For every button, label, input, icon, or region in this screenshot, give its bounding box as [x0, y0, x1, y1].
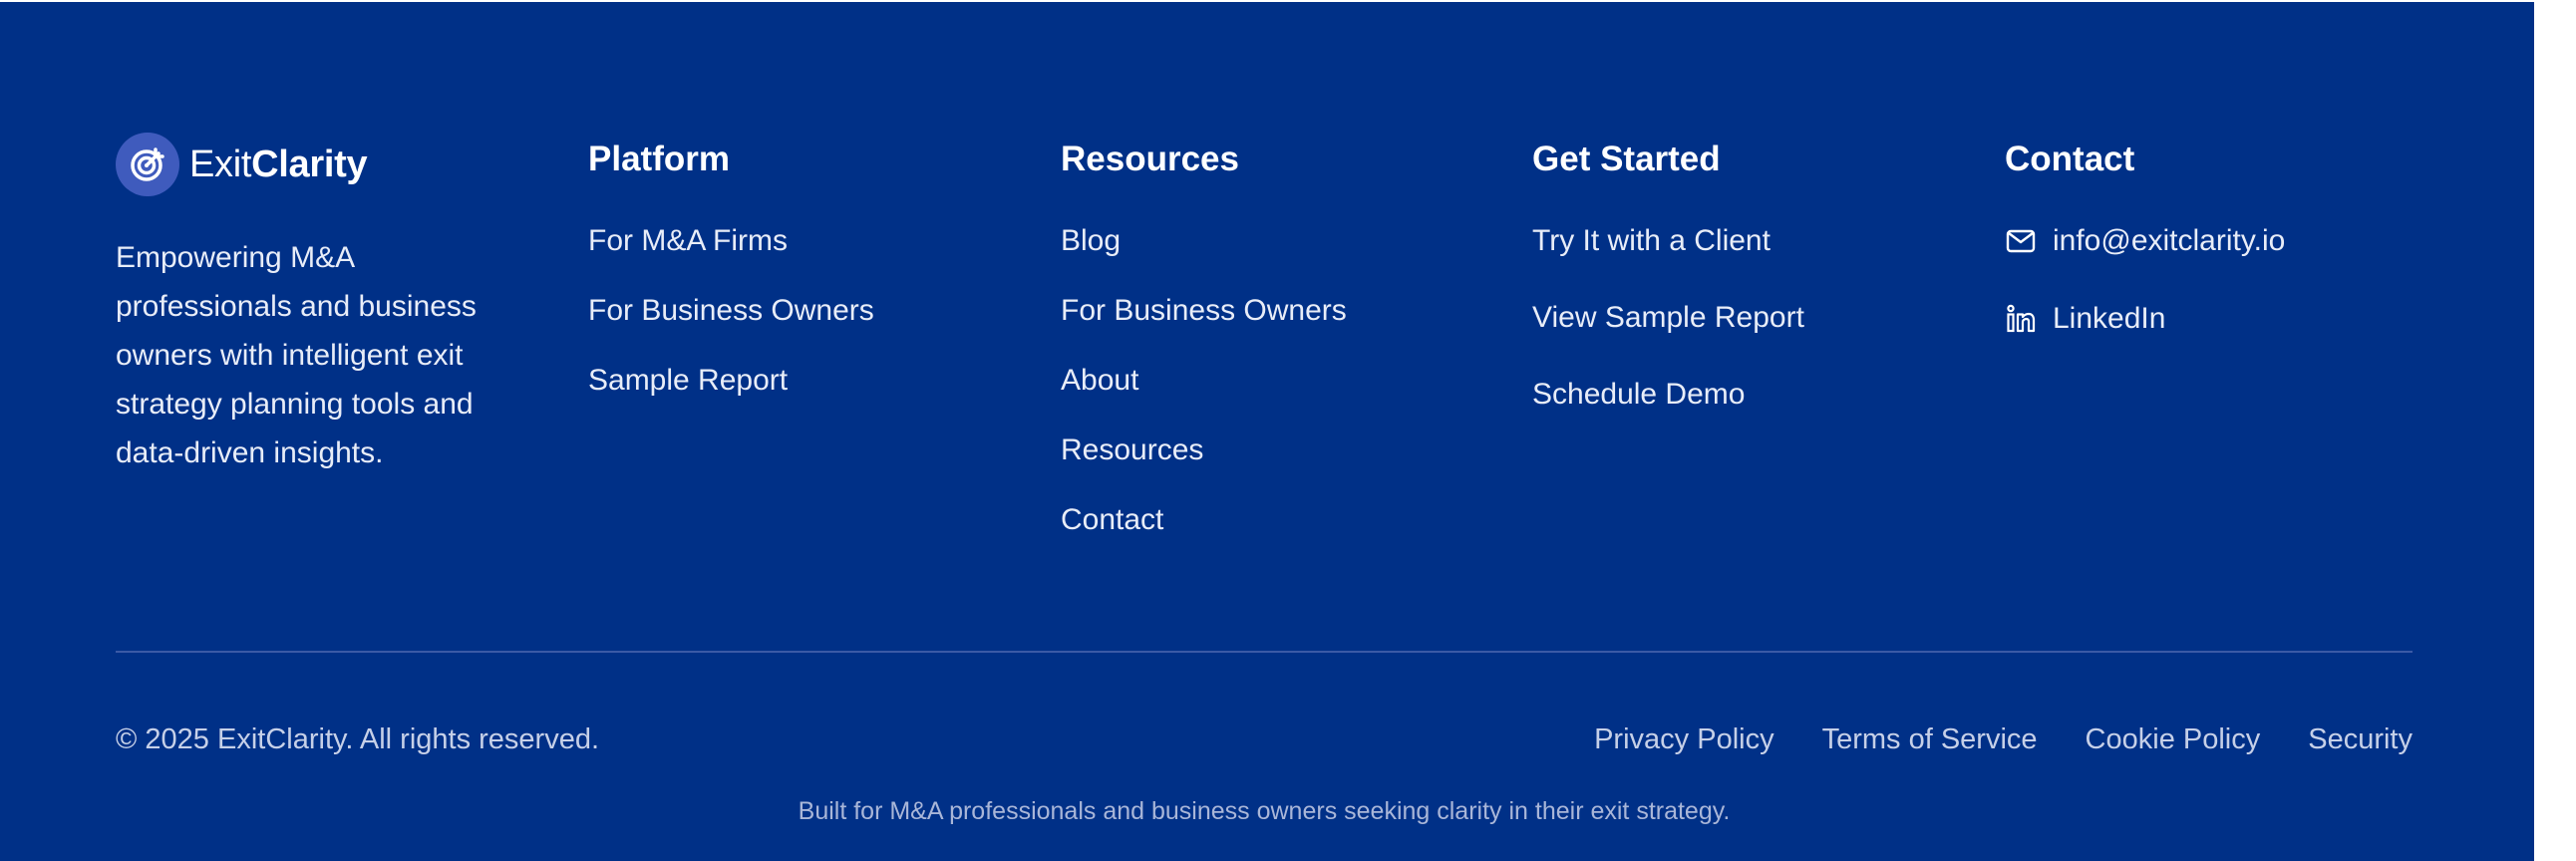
link-about[interactable]: About — [1061, 363, 1499, 399]
mail-icon — [2005, 225, 2037, 257]
link-try-with-client[interactable]: Try It with a Client — [1532, 223, 1971, 259]
page-edge — [2534, 0, 2576, 861]
linkedin-icon — [2005, 303, 2037, 335]
resources-column: Resources Blog For Business Owners About… — [1061, 130, 1499, 572]
built-for-text: Built for M&A professionals and business… — [798, 797, 1731, 825]
link-contact[interactable]: Contact — [1061, 502, 1499, 538]
contact-email-text: info@exitclarity.io — [2053, 224, 2286, 257]
contact-heading: Contact — [2005, 140, 2135, 178]
logo-word-light: Exit — [189, 143, 252, 185]
get-started-heading: Get Started — [1532, 140, 1721, 178]
copyright-text: © 2025 ExitClarity. All rights reserved. — [116, 723, 600, 755]
contact-links: info@exitclarity.io LinkedIn — [2005, 223, 2443, 337]
platform-links: For M&A Firms For Business Owners Sample… — [588, 223, 1027, 399]
link-for-business-owners[interactable]: For Business Owners — [588, 293, 1027, 329]
footer-columns: ExitClarity Empowering M&A professionals… — [116, 130, 2413, 568]
link-schedule-demo[interactable]: Schedule Demo — [1532, 377, 1971, 413]
link-for-ma-firms[interactable]: For M&A Firms — [588, 223, 1027, 259]
link-privacy-policy[interactable]: Privacy Policy — [1594, 716, 1774, 763]
footer-divider — [116, 651, 2413, 653]
target-icon — [116, 133, 179, 196]
brand-column: ExitClarity Empowering M&A professionals… — [116, 130, 554, 477]
link-blog[interactable]: Blog — [1061, 223, 1499, 259]
logo-word-bold: Clarity — [251, 143, 368, 185]
link-sample-report[interactable]: Sample Report — [588, 363, 1027, 399]
get-started-links: Try It with a Client View Sample Report … — [1532, 223, 1971, 413]
resources-heading: Resources — [1061, 140, 1239, 178]
logo-wordmark: ExitClarity — [189, 143, 368, 186]
logo[interactable]: ExitClarity — [116, 132, 554, 197]
link-resources[interactable]: Resources — [1061, 432, 1499, 468]
link-view-sample-report[interactable]: View Sample Report — [1532, 300, 1971, 336]
contact-email[interactable]: info@exitclarity.io — [2005, 223, 2443, 259]
contact-linkedin[interactable]: LinkedIn — [2005, 301, 2443, 337]
link-security[interactable]: Security — [2308, 716, 2413, 763]
contact-column: Contact info@exitclarity.io LinkedIn — [2005, 130, 2443, 379]
footer-bottom-row: © 2025 ExitClarity. All rights reserved.… — [116, 716, 2413, 763]
site-footer: ExitClarity Empowering M&A professionals… — [0, 2, 2534, 861]
contact-linkedin-text: LinkedIn — [2053, 302, 2166, 335]
link-cookie-policy[interactable]: Cookie Policy — [2086, 716, 2261, 763]
resources-links: Blog For Business Owners About Resources… — [1061, 223, 1499, 538]
get-started-column: Get Started Try It with a Client View Sa… — [1532, 130, 1971, 453]
brand-tagline: Empowering M&A professionals and busines… — [116, 241, 477, 469]
platform-column: Platform For M&A Firms For Business Owne… — [588, 130, 1027, 432]
platform-heading: Platform — [588, 140, 730, 178]
link-resources-business-owners[interactable]: For Business Owners — [1061, 293, 1499, 329]
legal-links: Privacy Policy Terms of Service Cookie P… — [1546, 716, 2413, 763]
link-terms-of-service[interactable]: Terms of Service — [1822, 716, 2038, 763]
